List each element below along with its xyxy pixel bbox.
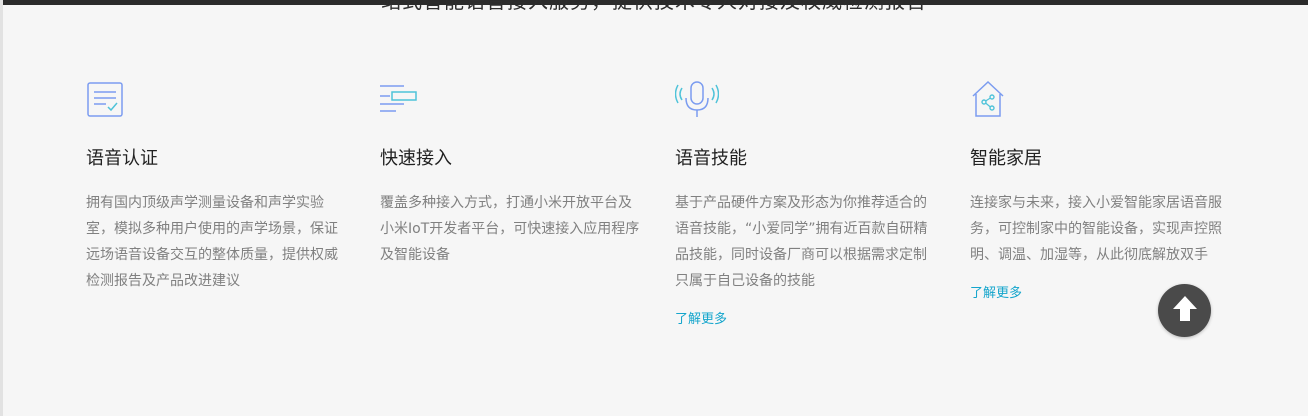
- scroll-to-top-button[interactable]: [1158, 284, 1211, 337]
- microphone-icon: [674, 80, 720, 120]
- feature-card-voice-certification: 语音认证 拥有国内顶级声学测量设备和声学实验室，模拟多种用户使用的声学场景，保证…: [86, 80, 346, 294]
- feature-description: 基于产品硬件方案及形态为你推荐适合的语音技能，“小爱同学”拥有近百款自研精品技能…: [675, 195, 928, 289]
- feature-title: 智能家居: [970, 148, 1042, 169]
- feature-card-smart-home: 智能家居 连接家与未来，接入小爱智能家居语音服务，可控制家中的智能设备，实现声控…: [970, 80, 1230, 301]
- learn-more-link[interactable]: 了解更多: [675, 308, 727, 327]
- feature-description: 连接家与未来，接入小爱智能家居语音服务，可控制家中的智能设备，实现声控照明、调温…: [970, 195, 1222, 263]
- left-edge-divider: [0, 0, 3, 416]
- feature-card-voice-skills: 语音技能 基于产品硬件方案及形态为你推荐适合的语音技能，“小爱同学”拥有近百款自…: [674, 80, 935, 327]
- arrow-up-icon: [1172, 295, 1198, 327]
- feature-description: 覆盖多种接入方式，打通小米开放平台及小米IoT开发者平台，可快速接入应用程序及智…: [380, 195, 640, 263]
- feature-title: 快速接入: [380, 148, 452, 169]
- smart-home-icon: [970, 80, 1010, 120]
- fast-access-lines-icon: [380, 80, 420, 120]
- learn-more-link[interactable]: 了解更多: [970, 282, 1022, 301]
- feature-card-fast-access: 快速接入 覆盖多种接入方式，打通小米开放平台及小米IoT开发者平台，可快速接入应…: [380, 80, 640, 268]
- feature-description: 拥有国内顶级声学测量设备和声学实验室，模拟多种用户使用的声学场景，保证远场语音设…: [86, 195, 338, 289]
- feature-title: 语音认证: [86, 148, 158, 169]
- section-heading-partial: 站式智能语音接入服务，提供技术专人对接及权威检测报告: [381, 0, 927, 13]
- certificate-check-icon: [86, 80, 126, 120]
- feature-title: 语音技能: [675, 148, 747, 169]
